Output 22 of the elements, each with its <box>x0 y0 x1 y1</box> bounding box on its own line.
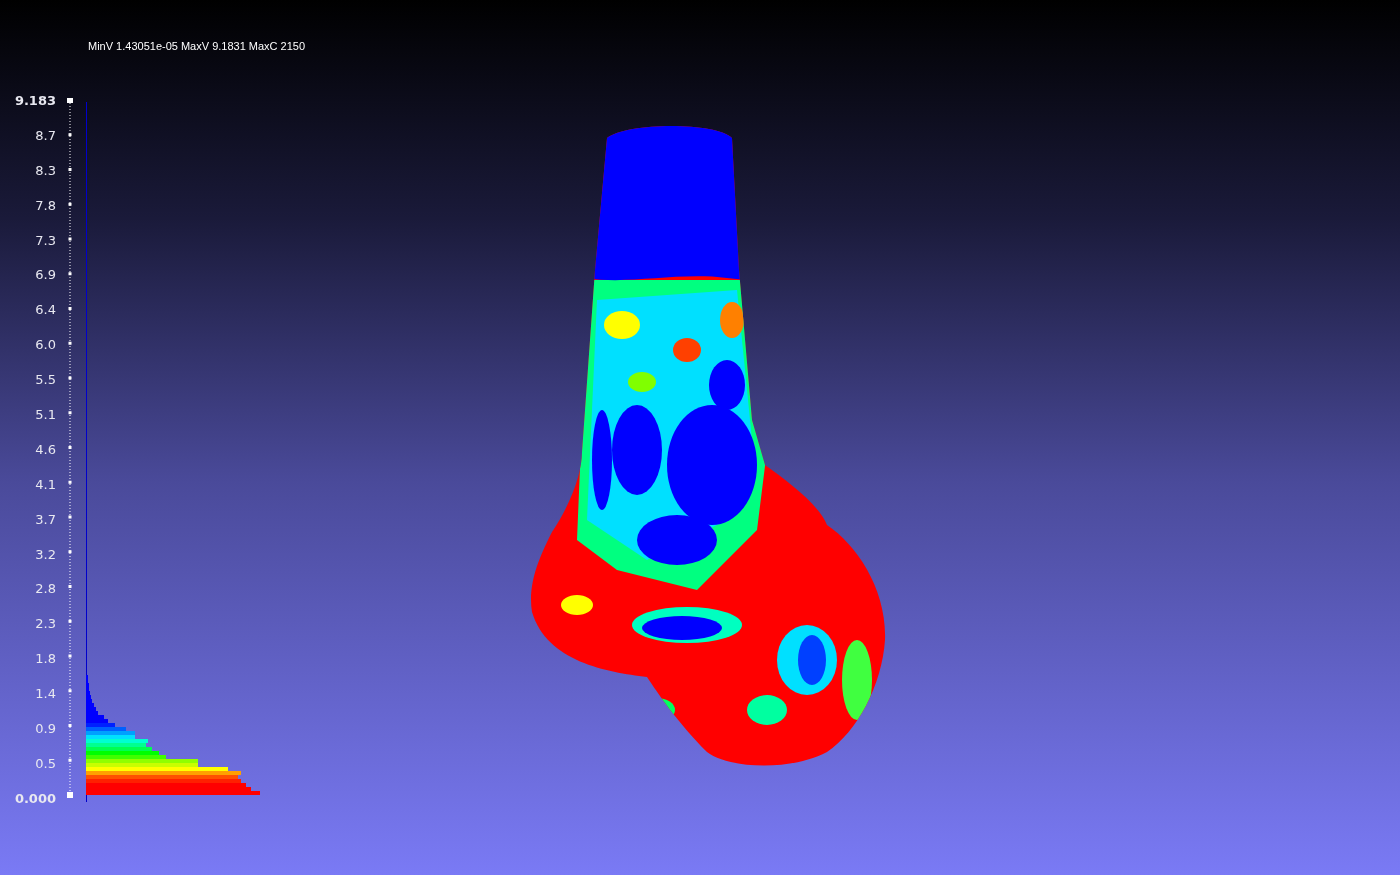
scale-label: 1.8 <box>35 651 56 668</box>
scale-label: 2.3 <box>35 616 56 633</box>
scale-label: 0.000 <box>14 790 56 807</box>
scale-label: 3.2 <box>35 546 56 563</box>
scale-label: 4.1 <box>35 476 56 493</box>
scale-label: 2.8 <box>35 581 56 598</box>
info-text: MinV 1.43051e-05 MaxV 9.1831 MaxC 2150 <box>88 39 307 53</box>
scale-label: 5.5 <box>35 372 56 389</box>
scale-label: 8.7 <box>35 127 56 144</box>
scale-label: 6.9 <box>35 267 56 284</box>
scale-label: 5.1 <box>35 407 56 423</box>
scale-label: 4.6 <box>35 441 56 458</box>
scale-label: 0.5 <box>35 755 56 772</box>
scale-label: 7.8 <box>35 197 56 214</box>
scale-label: 3.7 <box>35 511 56 528</box>
scale-label: 6.0 <box>35 337 56 354</box>
scale-label: 8.3 <box>35 162 56 179</box>
scale-label: 6.4 <box>35 302 56 319</box>
scale-label: 1.4 <box>35 686 56 703</box>
scale-label: 7.3 <box>35 232 56 249</box>
scale-label: 0.9 <box>35 721 56 738</box>
scale-label: 9.183 <box>14 93 56 109</box>
